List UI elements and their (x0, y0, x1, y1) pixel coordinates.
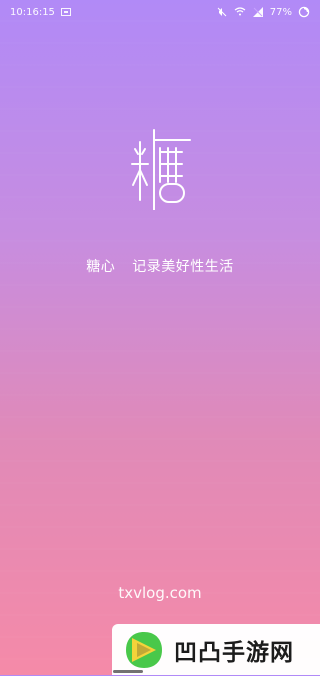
signal-icon (252, 6, 264, 18)
watermark: 凹凸手游网 (112, 624, 320, 675)
status-right: 77% (216, 6, 310, 18)
mute-icon (216, 6, 228, 18)
tagline-text: 记录美好性生活 (132, 259, 234, 275)
wifi-icon (234, 6, 246, 18)
tang-logo-icon (131, 129, 191, 210)
background-bands (0, 0, 320, 675)
site-url[interactable]: txvlog.com (0, 584, 320, 602)
status-bar: 10:16:15 77% (0, 0, 320, 24)
tagline: 糖心 记录美好性生活 (0, 256, 320, 276)
gesture-nav-hint[interactable] (113, 670, 143, 673)
play-icon (122, 628, 166, 672)
watermark-text: 凹凸手游网 (174, 639, 294, 666)
battery-circle-icon (298, 6, 310, 18)
battery-text: 77% (269, 6, 292, 18)
image-icon (60, 8, 71, 16)
status-left: 10:16:15 (10, 7, 71, 18)
tagline-brand: 糖心 (86, 259, 116, 275)
status-time: 10:16:15 (10, 6, 55, 18)
